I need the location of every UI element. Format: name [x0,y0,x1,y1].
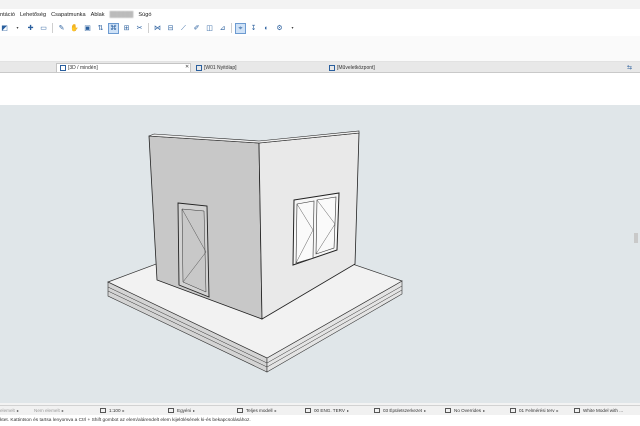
tab-navigator-icon[interactable]: ⇆ [627,64,632,71]
menu-options[interactable]: Lehetőség [20,12,46,18]
scrollbar-thumb[interactable] [634,233,638,243]
3d-model-drawing[interactable] [0,105,640,403]
pencil-icon[interactable]: ✐ [192,24,201,33]
status-scale[interactable]: 1:100 ▸ [100,408,125,413]
arrange-icon[interactable]: ⇅ [96,24,105,33]
model-view-icon [237,408,243,413]
paint-icon[interactable]: ▣ [83,24,92,33]
menu-help[interactable]: Súgó [138,12,151,18]
override-icon [445,408,451,413]
menu-bar: ntáció Lehetőség Csapatmunka Ablak █████… [0,9,640,20]
adjust-icon[interactable]: ⟋ [179,24,188,33]
target-icon[interactable]: ⌖ [235,22,246,34]
3d-view-icon [60,65,66,71]
trim-icon[interactable]: ✂ [135,24,144,33]
settings-icon[interactable]: ⚙ [275,24,284,33]
split-icon[interactable]: ⊟ [166,24,175,33]
status-model-view[interactable]: Teljes modell ▸ [237,408,277,413]
info-box [0,36,640,62]
toolbar-separator [148,23,149,33]
window-sash-right [315,196,337,255]
standard-toolbar: ◩ ▾ ✚ ▭ ✎ ✋ ▣ ⇅ ⌘ ⊞ ✂ ⋈ ⊟ ⟋ ✐ ◫ ⊿ ⌖ ↧ ◐ … [0,20,640,36]
tab-label: [3D / mindén] [68,65,98,71]
intersect-icon[interactable]: ⋈ [153,24,162,33]
layer-set-icon [305,408,311,413]
door-leaf [181,208,207,293]
guide-icon[interactable]: ⊿ [218,24,227,33]
tab-label: [Műveletközpont] [337,64,375,71]
magic-wand-icon[interactable]: ⌘ [108,22,119,34]
view-tab-bar: [3D / mindén] ✕ [W01 Nyitólap] [Műveletk… [0,62,640,73]
dropdown-arrow-icon[interactable]: ▾ [13,24,22,33]
status-not-elevated[interactable]: Nem elemelt ▸ [34,408,64,413]
status-bar: elemelt ▸ Nem elemelt ▸ 1:100 ▸ Egyéni ▸ Tel… [0,405,640,415]
action-center-icon [329,64,335,71]
scale-icon [100,408,106,413]
toolbar-separator [231,23,232,33]
hint-text: ktet. Kattintson és tartsa lenyomva a Ct… [0,418,251,423]
eyedropper-icon[interactable]: ✎ [57,24,66,33]
layers-icon[interactable]: ◩ [0,24,9,33]
snap-icon[interactable]: ◫ [205,24,214,33]
menu-redacted[interactable]: ██████ [109,11,134,18]
pen-set-icon [374,408,380,413]
menu-teamwork[interactable]: Csapatmunka [51,12,86,18]
status-elevated[interactable]: elemelt ▸ [0,408,19,413]
status-layer-set[interactable]: 00 ENG. TERV ▸ [305,408,349,413]
status-pen-set[interactable]: 03 Épületszerkezet ▸ [374,408,426,413]
render-icon[interactable]: ◐ [262,24,271,33]
window-sash-left [295,200,315,264]
status-graphic-override[interactable]: No Overrides ▸ [445,408,485,413]
dropdown-arrow-icon[interactable]: ▾ [288,24,297,33]
tab-cover-page[interactable]: [W01 Nyitólap] [193,63,323,72]
view-header-area [0,73,640,105]
hint-bar: ktet. Kattintson és tartsa lenyomva a Ct… [0,415,640,426]
zoom-icon [168,408,174,413]
hand-icon[interactable]: ✋ [70,24,79,33]
tab-3d-all[interactable]: [3D / mindén] [56,63,191,72]
tab-label: [W01 Nyitólap] [204,64,237,71]
drop-icon[interactable]: ↧ [249,24,258,33]
3d-viewport[interactable] [0,105,640,403]
menu-documentation[interactable]: ntáció [0,12,15,18]
status-3d-style[interactable]: White Model with ... [574,408,623,413]
cursor-icon[interactable]: ✚ [26,24,35,33]
marquee-icon[interactable]: ▭ [39,24,48,33]
menu-window[interactable]: Ablak [91,12,105,18]
tab-action-center[interactable]: [Műveletközpont] [326,63,456,72]
status-zoom[interactable]: Egyéni ▸ [168,408,195,413]
toolbar-separator [52,23,53,33]
status-renovation-filter[interactable]: 01 Felmérési terv ▸ [510,408,559,413]
renovation-icon [510,408,516,413]
grid-icon[interactable]: ⊞ [122,24,131,33]
layout-icon [196,64,202,71]
vertical-scrollbar[interactable] [634,78,638,398]
close-icon[interactable]: ✕ [185,64,189,70]
3d-style-icon [574,408,580,413]
